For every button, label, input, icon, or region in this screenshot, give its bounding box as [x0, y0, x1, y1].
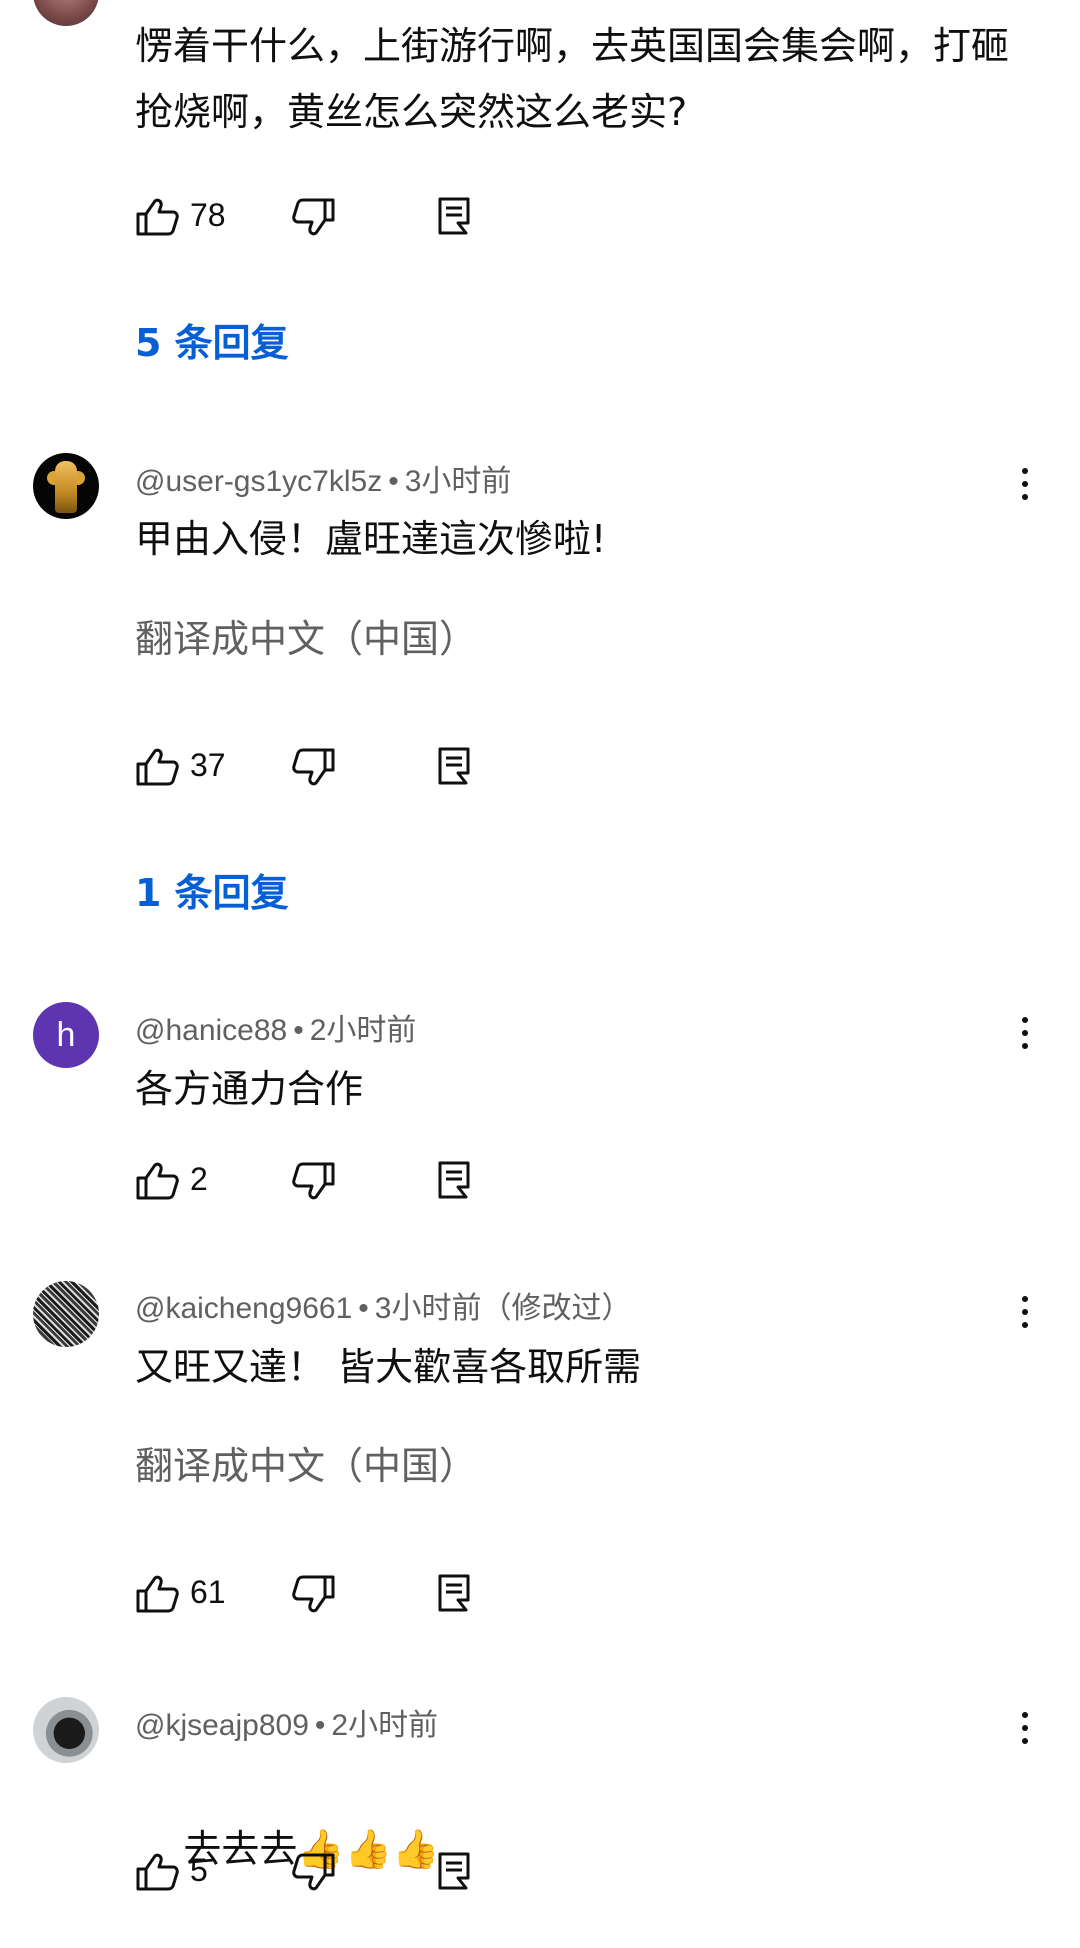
comment-actions: 61	[0, 1568, 1080, 1618]
author-handle[interactable]: @hanice88	[135, 1014, 287, 1047]
author-handle[interactable]: @kjseajp809	[135, 1709, 309, 1742]
comment-meta: @user-gs1yc7kl5z • 3小时前	[135, 456, 511, 500]
comment-time: 3小时前	[404, 465, 512, 498]
comment-actions: 2	[0, 1155, 1080, 1205]
like-count: 2	[190, 1161, 208, 1197]
thumb-up-icon	[136, 198, 179, 236]
thumb-down-icon	[292, 1162, 335, 1200]
more-vertical-icon[interactable]	[1010, 1706, 1040, 1750]
reply-button[interactable]	[438, 1568, 470, 1618]
separator: •	[358, 1292, 369, 1325]
like-count: 61	[190, 1574, 226, 1610]
thumb-up-icon	[136, 1853, 179, 1891]
translate-link[interactable]: 翻译成中文（中国）	[135, 608, 477, 663]
view-replies-link[interactable]: 5 条回复	[135, 312, 289, 367]
comment-time: 3小时前（修改过）	[374, 1292, 632, 1325]
thumb-up-icon	[136, 1575, 179, 1613]
comment-meta: @hanice88 • 2小时前	[135, 1005, 416, 1049]
comment-meta: @kaicheng9661 • 3小时前（修改过）	[135, 1283, 631, 1327]
more-vertical-icon[interactable]	[1010, 1290, 1040, 1334]
reply-button[interactable]	[438, 1155, 470, 1205]
thumb-down-icon	[292, 198, 335, 236]
comment-actions: 37	[0, 741, 1080, 791]
comment-time: 2小时前	[331, 1709, 439, 1742]
reply-icon	[438, 1852, 470, 1890]
comments-feed: 愣着干什么，上街游行啊，去英国国会集会啊，打砸抢烧啊，黄丝怎么突然这么老实? 7…	[0, 0, 1080, 1896]
dislike-button[interactable]	[292, 741, 336, 791]
comment-time: 2小时前	[309, 1014, 417, 1047]
view-replies-link[interactable]: 1 条回复	[135, 862, 289, 917]
dislike-button[interactable]	[292, 1155, 336, 1205]
separator: •	[293, 1014, 304, 1047]
avatar[interactable]	[33, 0, 99, 26]
reply-icon	[438, 1161, 470, 1199]
comment-actions: 78	[0, 191, 1080, 241]
dislike-button[interactable]	[292, 1568, 336, 1618]
like-count: 78	[190, 197, 226, 233]
author-handle[interactable]: @user-gs1yc7kl5z	[135, 465, 382, 498]
reply-button[interactable]	[438, 191, 470, 241]
comment-text: 又旺又達！ 皆大歡喜各取所需	[135, 1345, 642, 1389]
reply-icon	[438, 1574, 470, 1612]
comment-text: 甲由入侵！盧旺達這次慘啦!	[135, 517, 607, 561]
reply-icon	[438, 197, 470, 235]
reply-button[interactable]	[438, 1846, 470, 1896]
dislike-button[interactable]	[292, 191, 336, 241]
more-vertical-icon[interactable]	[1010, 462, 1040, 506]
thumb-up-icon	[136, 1162, 179, 1200]
like-count: 37	[190, 747, 226, 783]
separator: •	[314, 1709, 326, 1742]
comment-text: 各方通力合作	[135, 1067, 364, 1111]
thumb-down-icon	[292, 748, 335, 786]
thumb-up-icon	[136, 748, 179, 786]
separator: •	[388, 465, 399, 498]
comment-actions: 5	[0, 1846, 1080, 1896]
avatar[interactable]	[33, 1697, 99, 1763]
author-handle[interactable]: @kaicheng9661	[135, 1292, 352, 1325]
more-vertical-icon[interactable]	[1010, 1011, 1040, 1055]
thumb-down-icon	[292, 1575, 335, 1613]
comment-meta: @kjseajp809 • 2小时前	[135, 1700, 438, 1744]
comment-text: 愣着干什么，上街游行啊，去英国国会集会啊，打砸抢烧啊，黄丝怎么突然这么老实?	[135, 24, 1010, 134]
thumb-down-icon	[292, 1853, 335, 1891]
avatar[interactable]	[33, 1281, 99, 1347]
reply-icon	[438, 747, 470, 785]
dislike-button[interactable]	[292, 1846, 336, 1896]
avatar[interactable]	[33, 453, 99, 519]
translate-link[interactable]: 翻译成中文（中国）	[135, 1435, 477, 1490]
like-count: 5	[190, 1852, 208, 1888]
avatar[interactable]: h	[33, 1002, 99, 1068]
reply-button[interactable]	[438, 741, 470, 791]
